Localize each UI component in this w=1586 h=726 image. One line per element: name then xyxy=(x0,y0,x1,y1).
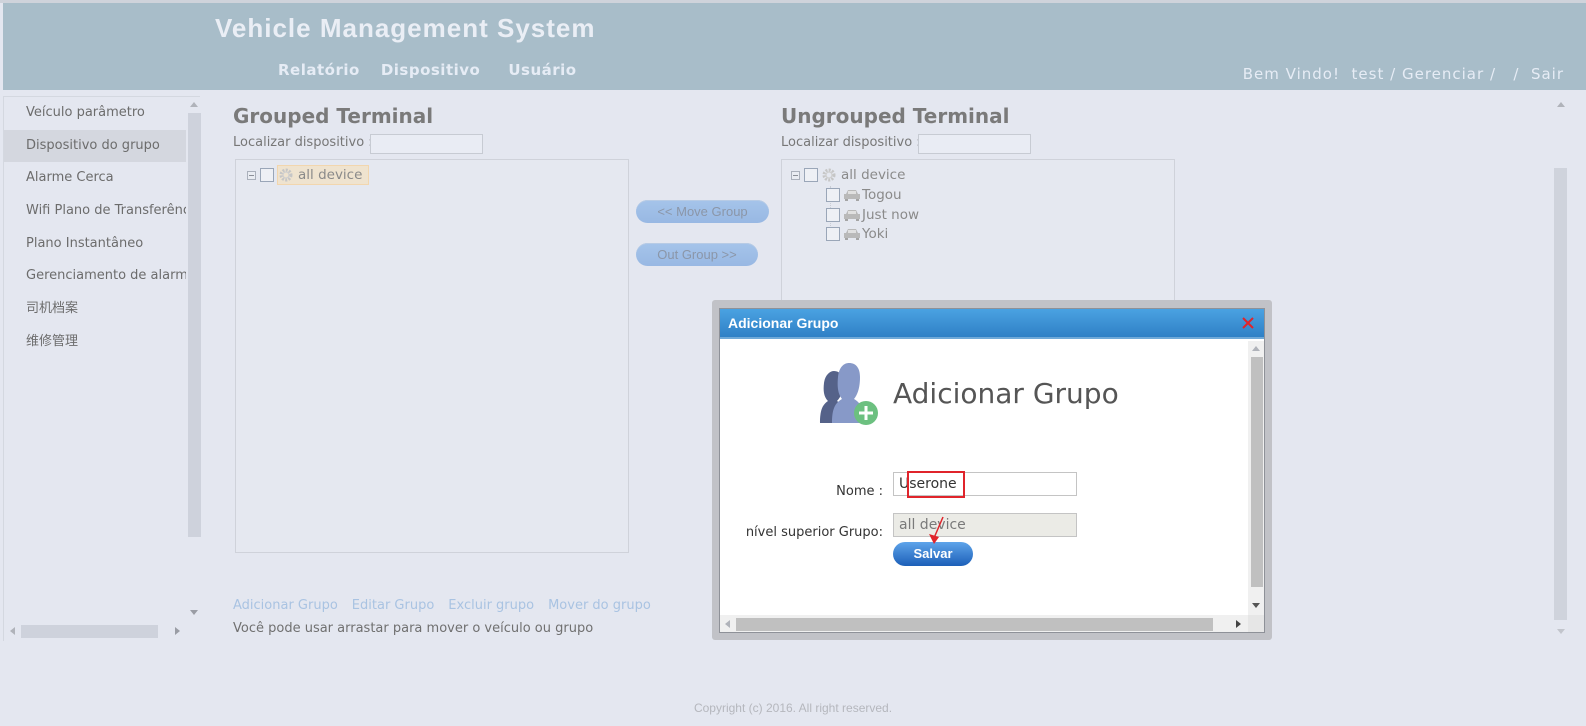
scroll-up-icon[interactable] xyxy=(1557,102,1565,107)
tree-node-vehicle[interactable]: Togou xyxy=(826,186,902,204)
dialog-title: Adicionar Grupo xyxy=(728,315,839,331)
username-link[interactable]: test xyxy=(1352,65,1385,83)
drag-hint: Você pode usar arrastar para mover o veí… xyxy=(233,621,594,636)
scroll-thumb[interactable] xyxy=(1554,168,1567,620)
ungrouped-tree: all device Togou Just now Yoki xyxy=(781,159,1175,319)
scroll-down-icon[interactable] xyxy=(1557,629,1565,634)
edit-group-link[interactable]: Editar Grupo xyxy=(352,598,434,613)
sidebar-horizontal-scrollbar[interactable] xyxy=(4,622,187,639)
scroll-down-icon[interactable] xyxy=(190,610,198,615)
nav-usuario[interactable]: Usuário xyxy=(508,61,576,79)
user-bar: Bem Vindo! test / Gerenciar / / Sair xyxy=(1243,65,1564,83)
node-label: Togou xyxy=(862,187,902,203)
selected-node[interactable]: all device xyxy=(277,165,370,185)
sidebar-item-wifi-plano[interactable]: Wifi Plano de Transferência xyxy=(4,195,186,228)
dialog-titlebar[interactable]: Adicionar Grupo xyxy=(720,309,1264,339)
grouped-search-input[interactable] xyxy=(370,134,483,154)
node-label: all device xyxy=(841,167,906,183)
node-label: all device xyxy=(298,167,363,183)
welcome-text: Bem Vindo! xyxy=(1242,65,1340,83)
gear-icon xyxy=(279,168,293,182)
sidebar-item-gerenciamento-alarme[interactable]: Gerenciamento de alarme xyxy=(4,260,186,293)
scroll-up-icon[interactable] xyxy=(1252,346,1260,351)
scroll-up-icon[interactable] xyxy=(190,102,198,107)
node-checkbox[interactable] xyxy=(804,168,818,182)
add-group-link[interactable]: Adicionar Grupo xyxy=(233,598,338,613)
add-group-dialog: Adicionar Grupo Adicionar Grupo Nome : n… xyxy=(719,308,1265,633)
close-icon[interactable] xyxy=(1240,315,1256,331)
node-label: Yoki xyxy=(862,226,889,242)
sidebar-item-dispositivo-do-grupo[interactable]: Dispositivo do grupo xyxy=(4,129,186,163)
sidebar-item-driver-records[interactable]: 司机档案 xyxy=(4,293,186,326)
collapse-icon[interactable] xyxy=(791,170,800,180)
separator: / xyxy=(1513,65,1520,83)
sidebar-item-plano-instantaneo[interactable]: Plano Instantâneo xyxy=(4,228,186,261)
tree-node-vehicle[interactable]: Yoki xyxy=(826,225,888,243)
node-checkbox[interactable] xyxy=(826,208,840,222)
app-title: Vehicle Management System xyxy=(215,13,596,43)
scroll-right-icon[interactable] xyxy=(175,627,180,635)
move-group-link[interactable]: Mover do grupo xyxy=(548,598,651,613)
annotation-highlight-box xyxy=(907,471,965,498)
scroll-right-icon[interactable] xyxy=(1236,620,1241,628)
car-icon xyxy=(844,190,860,201)
car-icon xyxy=(844,229,860,240)
sidebar-menu: Veículo parâmetro Dispositivo do grupo A… xyxy=(4,97,186,359)
nav-relatorio[interactable]: Relatório xyxy=(278,61,360,79)
scrollbar-corner xyxy=(1248,615,1264,632)
main-vertical-scrollbar[interactable] xyxy=(1553,96,1567,641)
parent-group-input xyxy=(893,513,1077,537)
out-group-button[interactable]: Out Group >> xyxy=(636,243,758,266)
node-checkbox[interactable] xyxy=(826,227,840,241)
scroll-thumb[interactable] xyxy=(21,625,158,638)
scroll-thumb[interactable] xyxy=(188,113,201,537)
separator: / xyxy=(1489,65,1497,83)
name-label: Nome : xyxy=(836,484,883,499)
sidebar-item-maintenance[interactable]: 维修管理 xyxy=(4,326,186,359)
node-checkbox[interactable] xyxy=(826,188,840,202)
header: Vehicle Management System Relatório Disp… xyxy=(3,3,1586,90)
node-label: Just now xyxy=(862,207,920,223)
ungrouped-search-label: Localizar dispositivo : xyxy=(781,135,921,150)
logout-link[interactable]: Sair xyxy=(1531,65,1564,83)
separator: / xyxy=(1390,65,1397,83)
tree-node-root[interactable]: all device xyxy=(247,165,370,185)
scroll-down-icon[interactable] xyxy=(1252,603,1260,608)
add-group-dialog-frame: Adicionar Grupo Adicionar Grupo Nome : n… xyxy=(712,300,1272,640)
manage-link[interactable]: Gerenciar xyxy=(1402,65,1484,83)
nav-dispositivo[interactable]: Dispositivo xyxy=(381,61,481,79)
grouped-terminal-title: Grouped Terminal xyxy=(233,104,434,128)
ungrouped-terminal-title: Ungrouped Terminal xyxy=(781,104,1010,128)
grouped-tree: all device xyxy=(235,159,629,553)
grouped-search-label: Localizar dispositivo : xyxy=(233,135,373,150)
add-group-icon xyxy=(820,363,878,425)
tree-node-root[interactable]: all device xyxy=(791,166,905,184)
footer-copyright: Copyright (c) 2016. All right reserved. xyxy=(693,701,893,715)
scroll-left-icon[interactable] xyxy=(10,627,15,635)
parent-group-label: nível superior Grupo: xyxy=(745,525,883,540)
delete-group-link[interactable]: Excluir grupo xyxy=(448,598,534,613)
dialog-horizontal-scrollbar[interactable] xyxy=(720,615,1249,632)
sidebar-vertical-scrollbar[interactable] xyxy=(187,97,201,620)
car-icon xyxy=(844,210,860,221)
scroll-thumb[interactable] xyxy=(736,618,1213,631)
move-group-button[interactable]: << Move Group xyxy=(636,200,769,223)
node-checkbox[interactable] xyxy=(260,168,274,182)
tree-node-vehicle[interactable]: Just now xyxy=(826,206,919,224)
dialog-vertical-scrollbar[interactable] xyxy=(1248,341,1264,615)
dialog-body: Adicionar Grupo Nome : nível superior Gr… xyxy=(720,341,1249,615)
scroll-thumb[interactable] xyxy=(1251,357,1263,587)
gear-icon xyxy=(822,168,836,182)
sidebar-item-veiculo-parametro[interactable]: Veículo parâmetro xyxy=(4,97,186,130)
main-nav: Relatório Dispositivo Usuário xyxy=(278,61,577,79)
annotation-arrow-icon xyxy=(929,516,944,544)
scroll-left-icon[interactable] xyxy=(725,620,730,628)
sidebar-item-alarme-cerca[interactable]: Alarme Cerca xyxy=(4,162,186,195)
collapse-icon[interactable] xyxy=(247,170,256,180)
ungrouped-search-input[interactable] xyxy=(918,134,1031,154)
group-actions: Adicionar Grupo Editar Grupo Excluir gru… xyxy=(233,598,651,613)
dialog-heading: Adicionar Grupo xyxy=(893,377,1119,410)
sidebar: Veículo parâmetro Dispositivo do grupo A… xyxy=(3,96,201,641)
